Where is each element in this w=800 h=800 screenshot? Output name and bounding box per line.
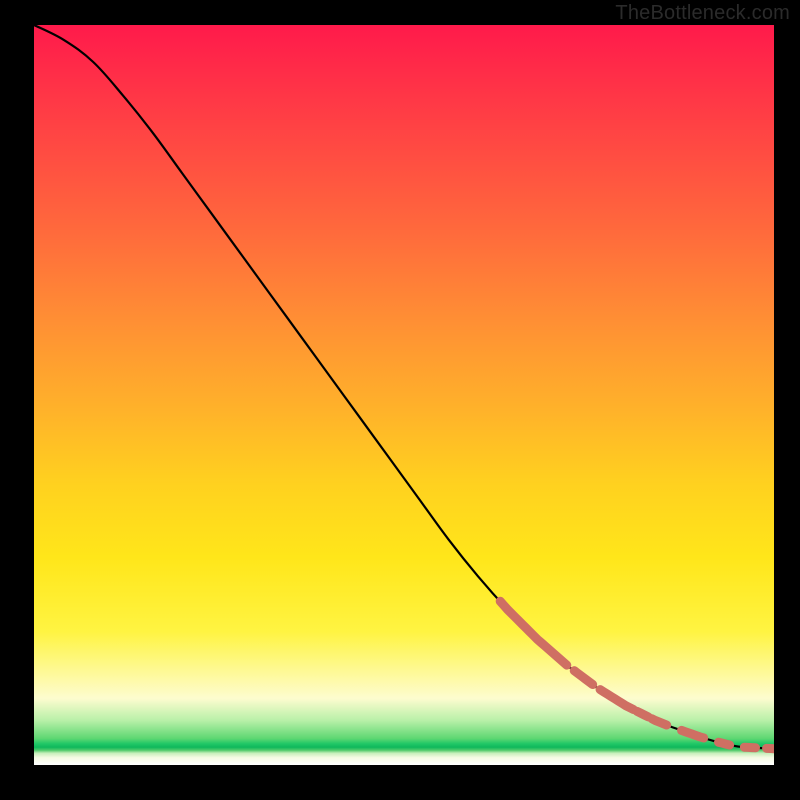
highlight-segment bbox=[500, 601, 567, 665]
highlight-segment bbox=[637, 711, 648, 717]
highlight-segment bbox=[652, 719, 667, 725]
highlight-segment bbox=[600, 690, 633, 710]
chart-svg bbox=[34, 25, 774, 765]
attribution-label: TheBottleneck.com bbox=[615, 2, 790, 25]
highlight-segment bbox=[682, 730, 704, 738]
bottleneck-curve bbox=[34, 25, 774, 749]
chart-plot-area bbox=[34, 25, 774, 765]
highlight-segments bbox=[500, 601, 774, 748]
highlight-segment bbox=[719, 742, 730, 745]
highlight-segment bbox=[574, 671, 593, 685]
highlight-segment bbox=[744, 747, 755, 748]
